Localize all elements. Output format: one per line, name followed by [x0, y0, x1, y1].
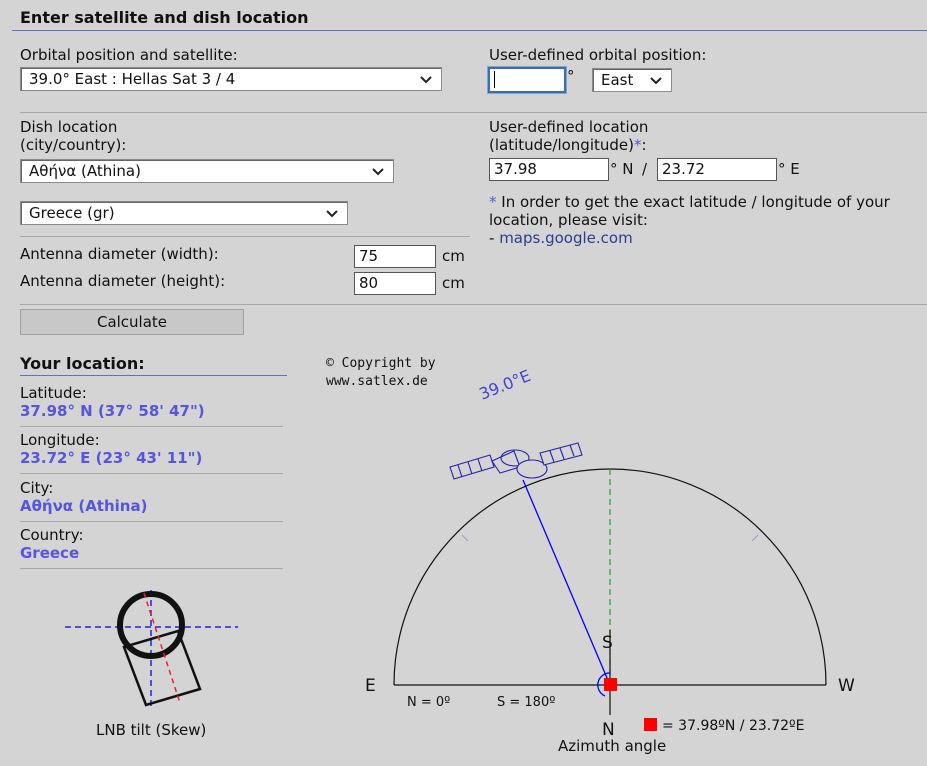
maps-link-row: - maps.google.com [489, 229, 633, 247]
south-180-label: S = 180º [497, 695, 555, 710]
row-divider [20, 473, 283, 474]
azimuth-beam [522, 479, 611, 686]
calc-divider [20, 304, 927, 305]
longitude-input[interactable]: 23.72 [657, 158, 777, 181]
antenna-height-unit: cm [442, 274, 465, 292]
row-divider [20, 521, 283, 522]
antenna-height-label: Antenna diameter (height): [20, 272, 226, 290]
calculate-button[interactable]: Calculate [20, 309, 244, 335]
location-legend: = 37.98ºN / 23.72ºE [662, 718, 804, 734]
antenna-width-label: Antenna diameter (width): [20, 245, 219, 263]
azimuth-diagram: © Copyright by www.satlex.de 39.0°E S N … [326, 356, 855, 740]
city-value: Αθήνα (Athina) [20, 497, 148, 515]
row-divider [20, 568, 283, 569]
satellite-orbit-label: 39.0°E [476, 366, 533, 404]
longitude-label: Longitude: [20, 431, 100, 449]
user-location-line1: User-defined location [489, 118, 649, 136]
lnb-skew-diagram [65, 590, 238, 707]
location-help-note: * In order to get the exact latitude / l… [489, 193, 909, 229]
section-divider [20, 112, 927, 113]
note-star: * [489, 193, 497, 211]
dish-label-line1: Dish location [20, 118, 118, 136]
azimuth-caption: Azimuth angle [558, 737, 667, 755]
your-location-title: Your location: [20, 354, 145, 373]
country-value: Greece [20, 544, 80, 562]
user-location-colon: : [641, 136, 647, 154]
arc-tick [461, 534, 469, 542]
north-zero-label: N = 0º [407, 695, 450, 710]
note-text: In order to get the exact latitude / lon… [489, 193, 890, 229]
longitude-unit: ° E [778, 160, 800, 178]
user-orbital-degree: ° [567, 67, 575, 85]
link-prefix: - [489, 229, 500, 247]
user-location-label: User-defined location (latitude/longitud… [489, 118, 648, 154]
direction-select[interactable]: East [592, 68, 672, 92]
arc-tick [751, 534, 759, 542]
country-select[interactable]: Greece (gr) [20, 201, 348, 225]
chevron-down-icon [372, 168, 384, 176]
label-south: S [602, 633, 613, 653]
dish-label-line2: (city/country): [20, 136, 127, 154]
orbital-select-value: 39.0° East : Hellas Sat 3 / 4 [29, 70, 236, 88]
antenna-width-input[interactable]: 75 [354, 245, 436, 268]
maps-google-link[interactable]: maps.google.com [499, 229, 633, 247]
latitude-block: Latitude: 37.98° N (37° 58' 47") [20, 384, 205, 420]
header-divider [12, 30, 927, 31]
copyright-line1: © Copyright by [326, 356, 436, 371]
user-location-line2-text: (latitude/longitude) [489, 136, 634, 154]
country-select-value: Greece (gr) [29, 204, 115, 222]
longitude-block: Longitude: 23.72° E (23° 43' 11") [20, 431, 202, 467]
label-east: E [365, 676, 376, 696]
chevron-down-icon [420, 76, 432, 84]
chevron-down-icon [650, 77, 662, 85]
antenna-divider [20, 236, 470, 237]
legend-marker [644, 718, 657, 731]
copyright-line2: www.satlex.de [326, 374, 428, 389]
antenna-width-unit: cm [442, 247, 465, 265]
latitude-value: 37.98° N (37° 58' 47") [20, 402, 205, 420]
row-divider [20, 426, 283, 427]
city-label: City: [20, 479, 54, 497]
direction-select-value: East [601, 71, 634, 89]
antenna-height-input[interactable]: 80 [354, 272, 436, 295]
page-title: Enter satellite and dish location [20, 8, 309, 27]
city-select-value: Αθήνα (Athina) [29, 162, 141, 180]
chevron-down-icon [326, 210, 338, 218]
user-orbital-label: User-defined orbital position: [489, 46, 707, 64]
latitude-input[interactable]: 37.98 [489, 158, 609, 181]
orbital-label: Orbital position and satellite: [20, 46, 238, 64]
text-cursor [494, 71, 495, 88]
lat-lon-separator: / [642, 160, 648, 178]
label-west: W [838, 676, 855, 696]
longitude-value: 23.72° E (23° 43' 11") [20, 449, 203, 467]
city-select[interactable]: Αθήνα (Athina) [20, 159, 394, 183]
country-label: Country: [20, 526, 84, 544]
latitude-unit: ° N [610, 160, 634, 178]
your-location-divider [20, 375, 287, 376]
user-location-line2: (latitude/longitude)*: [489, 136, 648, 154]
country-block: Country: Greece [20, 526, 84, 562]
satellite-icon [449, 442, 583, 480]
orbital-select[interactable]: 39.0° East : Hellas Sat 3 / 4 [20, 67, 442, 91]
location-marker [604, 678, 617, 691]
user-orbital-input[interactable] [487, 66, 567, 94]
dish-location-label: Dish location (city/country): [20, 118, 126, 154]
skew-caption: LNB tilt (Skew) [96, 721, 207, 739]
city-block: City: Αθήνα (Athina) [20, 479, 147, 515]
latitude-label: Latitude: [20, 384, 87, 402]
